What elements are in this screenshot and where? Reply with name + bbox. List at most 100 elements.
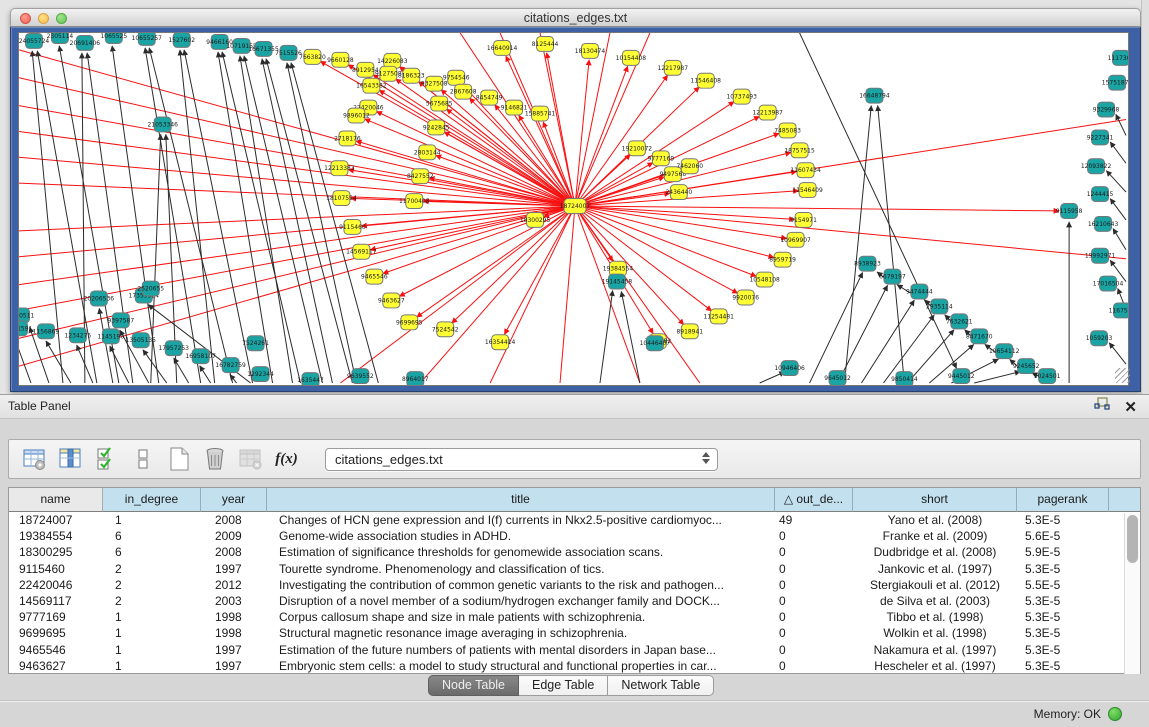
graph-node[interactable]: 7515526	[275, 45, 302, 60]
graph-node[interactable]: 18724007	[560, 199, 591, 214]
graph-node[interactable]: 20691406	[70, 35, 101, 50]
graph-node[interactable]: 5675685	[426, 96, 453, 111]
zoom-window-icon[interactable]	[56, 13, 67, 24]
table-row[interactable]: 1456911722003Disruption of a novel membe…	[9, 593, 1140, 609]
graph-node[interactable]: 9474444	[906, 284, 933, 299]
tab-network-table[interactable]: Network Table	[608, 675, 714, 696]
graph-node[interactable]: 7632621	[946, 314, 973, 329]
graph-node[interactable]: 9660128	[327, 52, 354, 67]
table-row[interactable]: 1830029562008Estimation of significance …	[9, 544, 1140, 560]
graph-node[interactable]: 9154971	[790, 212, 817, 227]
graph-node[interactable]: 10654112	[989, 344, 1020, 359]
close-panel-icon[interactable]: ✕	[1124, 400, 1137, 415]
graph-node[interactable]: 9146821	[501, 100, 528, 115]
citation-graph[interactable]: 8912954 14226083 9127508 16543382 818632…	[18, 32, 1129, 386]
graph-node[interactable]: 8938923	[854, 256, 881, 271]
column-header-short[interactable]: short	[853, 488, 1017, 512]
table-row[interactable]: 2242004622012Investigating the contribut…	[9, 577, 1140, 593]
graph-node[interactable]: 2718176	[334, 131, 361, 146]
graph-node[interactable]: 1527602	[168, 33, 195, 48]
graph-node[interactable]: 2803144	[414, 145, 441, 160]
resize-grip-icon[interactable]	[1115, 368, 1130, 383]
graph-node[interactable]: 1117304	[1108, 50, 1129, 65]
graph-node[interactable]: 24055724	[19, 33, 50, 48]
close-window-icon[interactable]	[20, 13, 31, 24]
graph-node[interactable]: 8125444	[532, 36, 559, 51]
graph-node[interactable]: 15751874	[1102, 75, 1129, 90]
graph-node[interactable]: 16648794	[859, 88, 890, 103]
table-row[interactable]: 1872400712008Changes of HCN gene express…	[9, 512, 1140, 528]
table-row[interactable]: 946554611997Estimation of the future num…	[9, 642, 1140, 658]
graph-node[interactable]: 9445012	[948, 369, 975, 384]
graph-node[interactable]: 1244415	[1087, 187, 1114, 202]
graph-node[interactable]: 11546408	[691, 73, 722, 88]
delete-entry-icon[interactable]	[201, 446, 228, 473]
float-panel-icon[interactable]	[1094, 396, 1110, 419]
graph-node[interactable]: 9465546	[361, 269, 388, 284]
graph-node[interactable]: 16354414	[485, 335, 516, 350]
graph-node[interactable]: 1059203	[1086, 331, 1113, 346]
graph-node[interactable]: 10655257	[132, 32, 163, 45]
graph-node[interactable]: 2867608	[450, 84, 477, 99]
graph-node[interactable]: 7485083	[774, 123, 801, 138]
table-row[interactable]: 977716911998Corpus callosum shape and si…	[9, 609, 1140, 625]
graph-node[interactable]: 12217987	[658, 60, 689, 75]
graph-node[interactable]: 9245652	[1013, 359, 1040, 374]
table-select-combobox[interactable]: citations_edges.txt	[325, 448, 718, 471]
graph-node[interactable]: 9699695	[396, 315, 423, 330]
create-table-icon[interactable]	[165, 446, 192, 473]
graph-node[interactable]: 1065525	[101, 32, 128, 43]
column-header-title[interactable]: title	[267, 488, 775, 512]
minimize-window-icon[interactable]	[38, 13, 49, 24]
toggle-rows-icon[interactable]	[129, 446, 156, 473]
graph-node[interactable]: 2436440	[665, 185, 692, 200]
graph-node[interactable]: 18130474	[575, 43, 606, 58]
column-header-in_degree[interactable]: in_degree	[103, 488, 201, 512]
graph-node[interactable]: 11700408	[399, 194, 430, 209]
table-row[interactable]: 946362711997Embryonic stem cells: a mode…	[9, 658, 1140, 674]
graph-node[interactable]: 9024501	[1034, 369, 1061, 384]
graph-node[interactable]: 19145458	[602, 274, 633, 289]
scrollbar-thumb[interactable]	[1127, 515, 1138, 563]
table-row[interactable]: 969969511998Structural magnetic resonanc…	[9, 625, 1140, 641]
tab-node-table[interactable]: Node Table	[428, 675, 519, 696]
graph-node[interactable]: 10737493	[726, 89, 757, 104]
graph-node[interactable]: 8959719	[769, 252, 796, 267]
graph-node[interactable]: 9639552	[347, 369, 374, 384]
graph-node[interactable]: 3911591	[18, 321, 33, 336]
graph-node[interactable]: 18107554	[326, 191, 357, 206]
table-scrollbar[interactable]	[1124, 513, 1140, 674]
graph-node[interactable]: 11607434	[790, 163, 821, 178]
graph-node[interactable]: 1156869	[33, 324, 60, 339]
column-header-pagerank[interactable]: pagerank	[1017, 488, 1109, 512]
graph-node[interactable]: 9227341	[1087, 130, 1114, 145]
table-row[interactable]: 1938455462009Genome-wide association stu…	[9, 528, 1140, 544]
graph-node[interactable]: 9115958	[1056, 204, 1083, 219]
column-header-out_de[interactable]: △ out_de...	[775, 488, 853, 512]
graph-node[interactable]: 8471670	[966, 329, 993, 344]
graph-node[interactable]: 6679197	[879, 269, 906, 284]
graph-node[interactable]: 7524542	[432, 322, 459, 337]
graph-node[interactable]: 9850414	[891, 372, 918, 386]
column-header-year[interactable]: year	[201, 488, 267, 512]
graph-node[interactable]: 14569117	[346, 244, 377, 259]
graph-node[interactable]: 17016504	[1093, 276, 1124, 291]
graph-node[interactable]: 9645012	[824, 371, 851, 386]
function-builder-icon[interactable]: f(x)	[273, 446, 300, 473]
graph-node[interactable]: 10969907	[780, 232, 811, 247]
column-display-icon[interactable]	[57, 446, 84, 473]
graph-node[interactable]: 11254481	[704, 309, 735, 324]
graph-node[interactable]: 10548108	[749, 272, 780, 287]
tab-edge-table[interactable]: Edge Table	[519, 675, 608, 696]
window-titlebar[interactable]: citations_edges.txt	[10, 8, 1141, 27]
graph-node[interactable]: 10946406	[774, 361, 805, 376]
graph-node[interactable]: 8427552	[407, 169, 434, 184]
row-selection-icon[interactable]	[93, 446, 120, 473]
table-settings-icon[interactable]	[21, 446, 48, 473]
graph-node[interactable]: 9329968	[1093, 102, 1120, 117]
graph-node[interactable]: 8964017	[402, 372, 429, 386]
graph-node[interactable]: 18757515	[784, 143, 815, 158]
graph-node[interactable]: 19210072	[622, 141, 653, 156]
graph-node[interactable]: 16640914	[487, 40, 518, 55]
column-header-name[interactable]: name	[9, 488, 103, 512]
